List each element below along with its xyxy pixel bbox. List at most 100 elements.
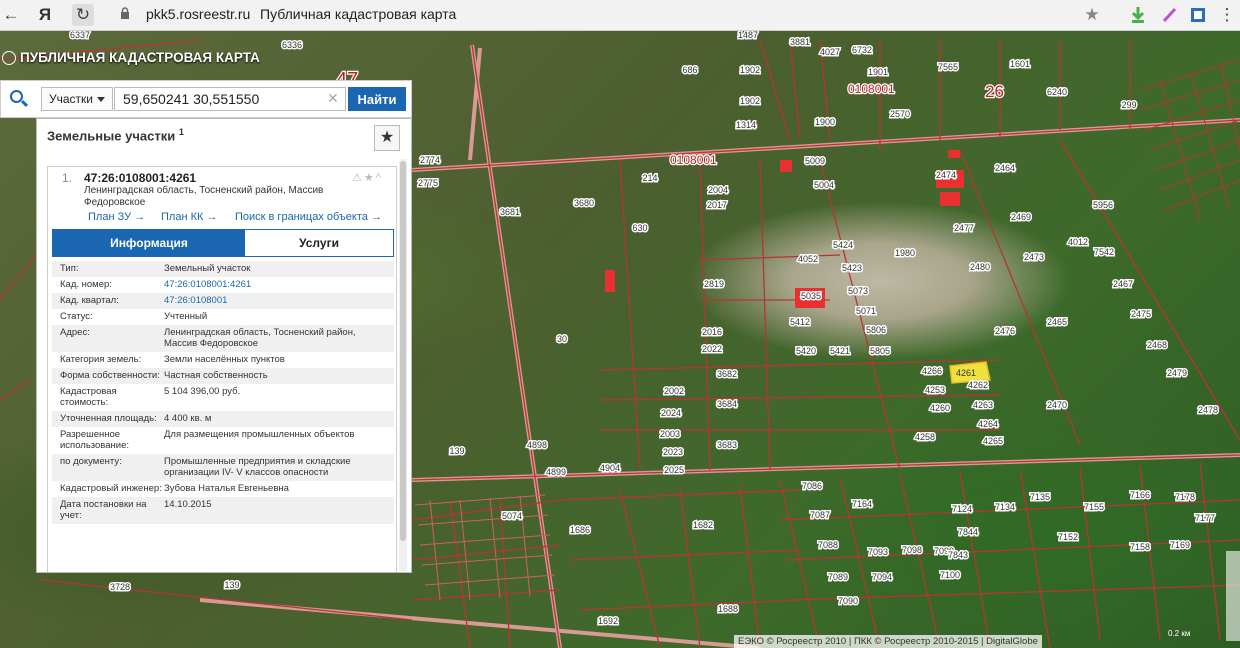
parcel-label[interactable]: 7152 bbox=[1056, 531, 1079, 544]
parcel-label[interactable]: 7164 bbox=[850, 498, 873, 511]
parcel-label[interactable]: 4253 bbox=[923, 384, 946, 397]
parcel-label[interactable]: 7087 bbox=[808, 509, 831, 522]
result-action-icons[interactable]: ⚠★^ bbox=[352, 171, 383, 184]
parcel-label[interactable]: 1902 bbox=[738, 64, 761, 77]
menu-icon[interactable]: ⋮ bbox=[1216, 4, 1238, 26]
parcel-label[interactable]: 1902 bbox=[738, 95, 761, 108]
parcel-label[interactable]: 2478 bbox=[1196, 404, 1219, 417]
parcel-label[interactable]: 4263 bbox=[971, 399, 994, 412]
parcel-label[interactable]: 1901 bbox=[866, 66, 889, 79]
parcel-label[interactable]: 2477 bbox=[952, 222, 975, 235]
parcel-label[interactable]: 2022 bbox=[700, 343, 723, 356]
parcel-label[interactable]: 5805 bbox=[868, 345, 891, 358]
parcel-label[interactable]: 4899 bbox=[544, 466, 567, 479]
parcel-label[interactable]: 7158 bbox=[1128, 541, 1151, 554]
parcel-label[interactable]: 1682 bbox=[691, 519, 714, 532]
parcel-label[interactable]: 2464 bbox=[993, 162, 1016, 175]
parcel-label[interactable]: 7155 bbox=[1082, 501, 1105, 514]
parcel-label[interactable]: 2002 bbox=[662, 385, 685, 398]
parcel-label[interactable]: 7098 bbox=[900, 544, 923, 557]
parcel-label[interactable]: 2023 bbox=[661, 446, 684, 459]
bookmark-star-icon[interactable]: ★ bbox=[1081, 4, 1103, 26]
result-cad-number[interactable]: 47:26:0108001:4261 bbox=[84, 171, 196, 185]
parcel-label[interactable]: 4012 bbox=[1066, 236, 1089, 249]
parcel-label[interactable]: 6732 bbox=[850, 44, 873, 57]
scrollbar-thumb[interactable] bbox=[400, 161, 406, 541]
book-extension-icon[interactable] bbox=[1188, 5, 1208, 25]
parcel-label[interactable]: 7088 bbox=[816, 539, 839, 552]
map-zoom-controls[interactable] bbox=[1226, 551, 1240, 641]
tab-services[interactable]: Услуги bbox=[245, 230, 393, 256]
parcel-label[interactable]: 5004 bbox=[812, 179, 835, 192]
parcel-label[interactable]: 4027 bbox=[818, 46, 841, 59]
parcel-label[interactable]: 2470 bbox=[1045, 399, 1068, 412]
parcel-label[interactable]: 2474 bbox=[934, 169, 957, 182]
parcel-label[interactable]: 4262 bbox=[966, 379, 989, 392]
parcel-label[interactable]: 7100 bbox=[938, 569, 961, 582]
parcel-label[interactable]: 5424 bbox=[831, 239, 854, 252]
back-icon[interactable]: ← bbox=[0, 4, 22, 26]
parcel-label[interactable]: 7124 bbox=[950, 503, 973, 516]
parcel-label[interactable]: 4258 bbox=[913, 431, 936, 444]
parcel-label[interactable]: 2004 bbox=[706, 184, 729, 197]
parcel-label[interactable]: 139 bbox=[223, 579, 241, 592]
parcel-label[interactable]: 2774 bbox=[418, 154, 441, 167]
parcel-label[interactable]: 7166 bbox=[1128, 489, 1151, 502]
parcel-label[interactable]: 2465 bbox=[1045, 316, 1068, 329]
parcel-label[interactable]: 2479 bbox=[1165, 367, 1188, 380]
parcel-label[interactable]: 1900 bbox=[813, 116, 836, 129]
tab-information[interactable]: Информация bbox=[53, 230, 245, 256]
parcel-label[interactable]: 3682 bbox=[715, 368, 738, 381]
parcel-label[interactable]: 214 bbox=[641, 172, 659, 185]
parcel-label[interactable]: 2469 bbox=[1009, 211, 1032, 224]
parcel-label[interactable]: 6337 bbox=[68, 31, 91, 42]
parcel-label[interactable]: 2003 bbox=[658, 428, 681, 441]
parcel-label[interactable]: 1686 bbox=[568, 524, 591, 537]
parcel-label[interactable]: 2025 bbox=[662, 464, 685, 477]
parcel-label[interactable]: 1314 bbox=[734, 119, 757, 132]
plan-kk-link[interactable]: План КК → bbox=[161, 211, 217, 223]
search-in-bounds-link[interactable]: Поиск в границах объекта → bbox=[235, 211, 382, 223]
parcel-label[interactable]: 7843 bbox=[946, 549, 969, 562]
parcel-label[interactable]: 2016 bbox=[700, 326, 723, 339]
favorite-button[interactable]: ★ bbox=[374, 125, 400, 151]
parcel-label[interactable]: 5074 bbox=[500, 510, 523, 523]
search-button[interactable]: Найти bbox=[348, 87, 406, 111]
parcel-label[interactable]: 2024 bbox=[659, 407, 682, 420]
parcel-label[interactable]: 7089 bbox=[826, 571, 849, 584]
info-value[interactable]: 47:26:0108001 bbox=[164, 295, 394, 306]
parcel-label[interactable]: 1688 bbox=[716, 603, 739, 616]
parcel-label[interactable]: 7565 bbox=[936, 61, 959, 74]
parcel-label[interactable]: 5073 bbox=[846, 285, 869, 298]
download-extension-icon[interactable] bbox=[1128, 5, 1148, 25]
parcel-label[interactable]: 4266 bbox=[920, 365, 943, 378]
reload-icon[interactable]: ↻ bbox=[72, 4, 94, 26]
parcel-label[interactable]: 7542 bbox=[1092, 246, 1115, 259]
parcel-label[interactable]: 7177 bbox=[1193, 512, 1216, 525]
parcel-label[interactable]: 7178 bbox=[1173, 491, 1196, 504]
parcel-label[interactable]: 4898 bbox=[525, 439, 548, 452]
parcel-label[interactable]: 4904 bbox=[598, 462, 621, 475]
yandex-icon[interactable]: Я bbox=[34, 4, 56, 26]
parcel-label[interactable]: 2473 bbox=[1022, 251, 1045, 264]
parcel-label[interactable]: 5420 bbox=[794, 345, 817, 358]
parcel-label[interactable]: 3680 bbox=[572, 197, 595, 210]
search-icon[interactable] bbox=[10, 90, 23, 103]
parcel-label[interactable]: 5956 bbox=[1091, 199, 1114, 212]
clear-icon[interactable]: ✕ bbox=[327, 90, 339, 107]
parcel-label[interactable]: 5423 bbox=[840, 262, 863, 275]
parcel-label[interactable]: 5071 bbox=[854, 305, 877, 318]
parcel-label[interactable]: 7134 bbox=[993, 501, 1016, 514]
parcel-label[interactable]: 1487 bbox=[736, 31, 759, 42]
search-type-select[interactable]: Участки bbox=[41, 87, 113, 111]
parcel-label[interactable]: 299 bbox=[1120, 99, 1138, 112]
parcel-label[interactable]: 630 bbox=[631, 222, 649, 235]
parcel-label[interactable]: 4260 bbox=[928, 402, 951, 415]
parcel-label[interactable]: 5412 bbox=[788, 316, 811, 329]
parcel-label[interactable]: 7844 bbox=[956, 526, 979, 539]
parcel-label[interactable]: 6240 bbox=[1045, 86, 1068, 99]
parcel-label[interactable]: 4265 bbox=[981, 435, 1004, 448]
parcel-label[interactable]: 3684 bbox=[715, 398, 738, 411]
parcel-label[interactable]: 7135 bbox=[1028, 491, 1051, 504]
parcel-label[interactable]: 1980 bbox=[893, 247, 916, 260]
